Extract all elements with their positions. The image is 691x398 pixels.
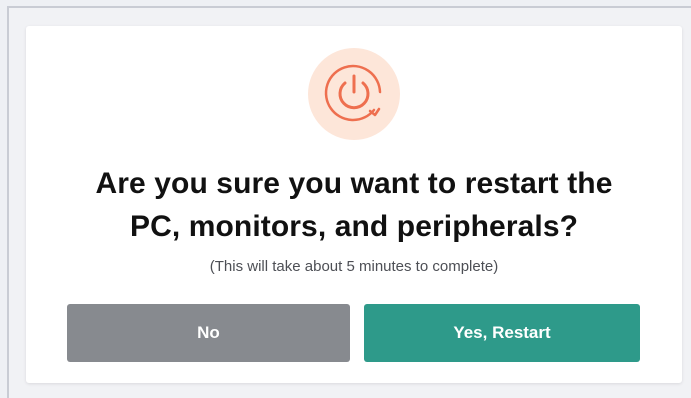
yes-restart-button[interactable]: Yes, Restart <box>364 304 640 362</box>
power-restart-icon <box>324 64 382 122</box>
restart-icon-badge <box>308 48 400 140</box>
no-button[interactable]: No <box>67 304 350 362</box>
dialog-title: Are you sure you want to restart the PC,… <box>26 162 682 248</box>
dialog-title-line-2: PC, monitors, and peripherals? <box>129 210 579 243</box>
dialog-title-line-1: Are you sure you want to restart the <box>95 167 613 200</box>
dialog-subtitle: (This will take about 5 minutes to compl… <box>209 258 499 275</box>
